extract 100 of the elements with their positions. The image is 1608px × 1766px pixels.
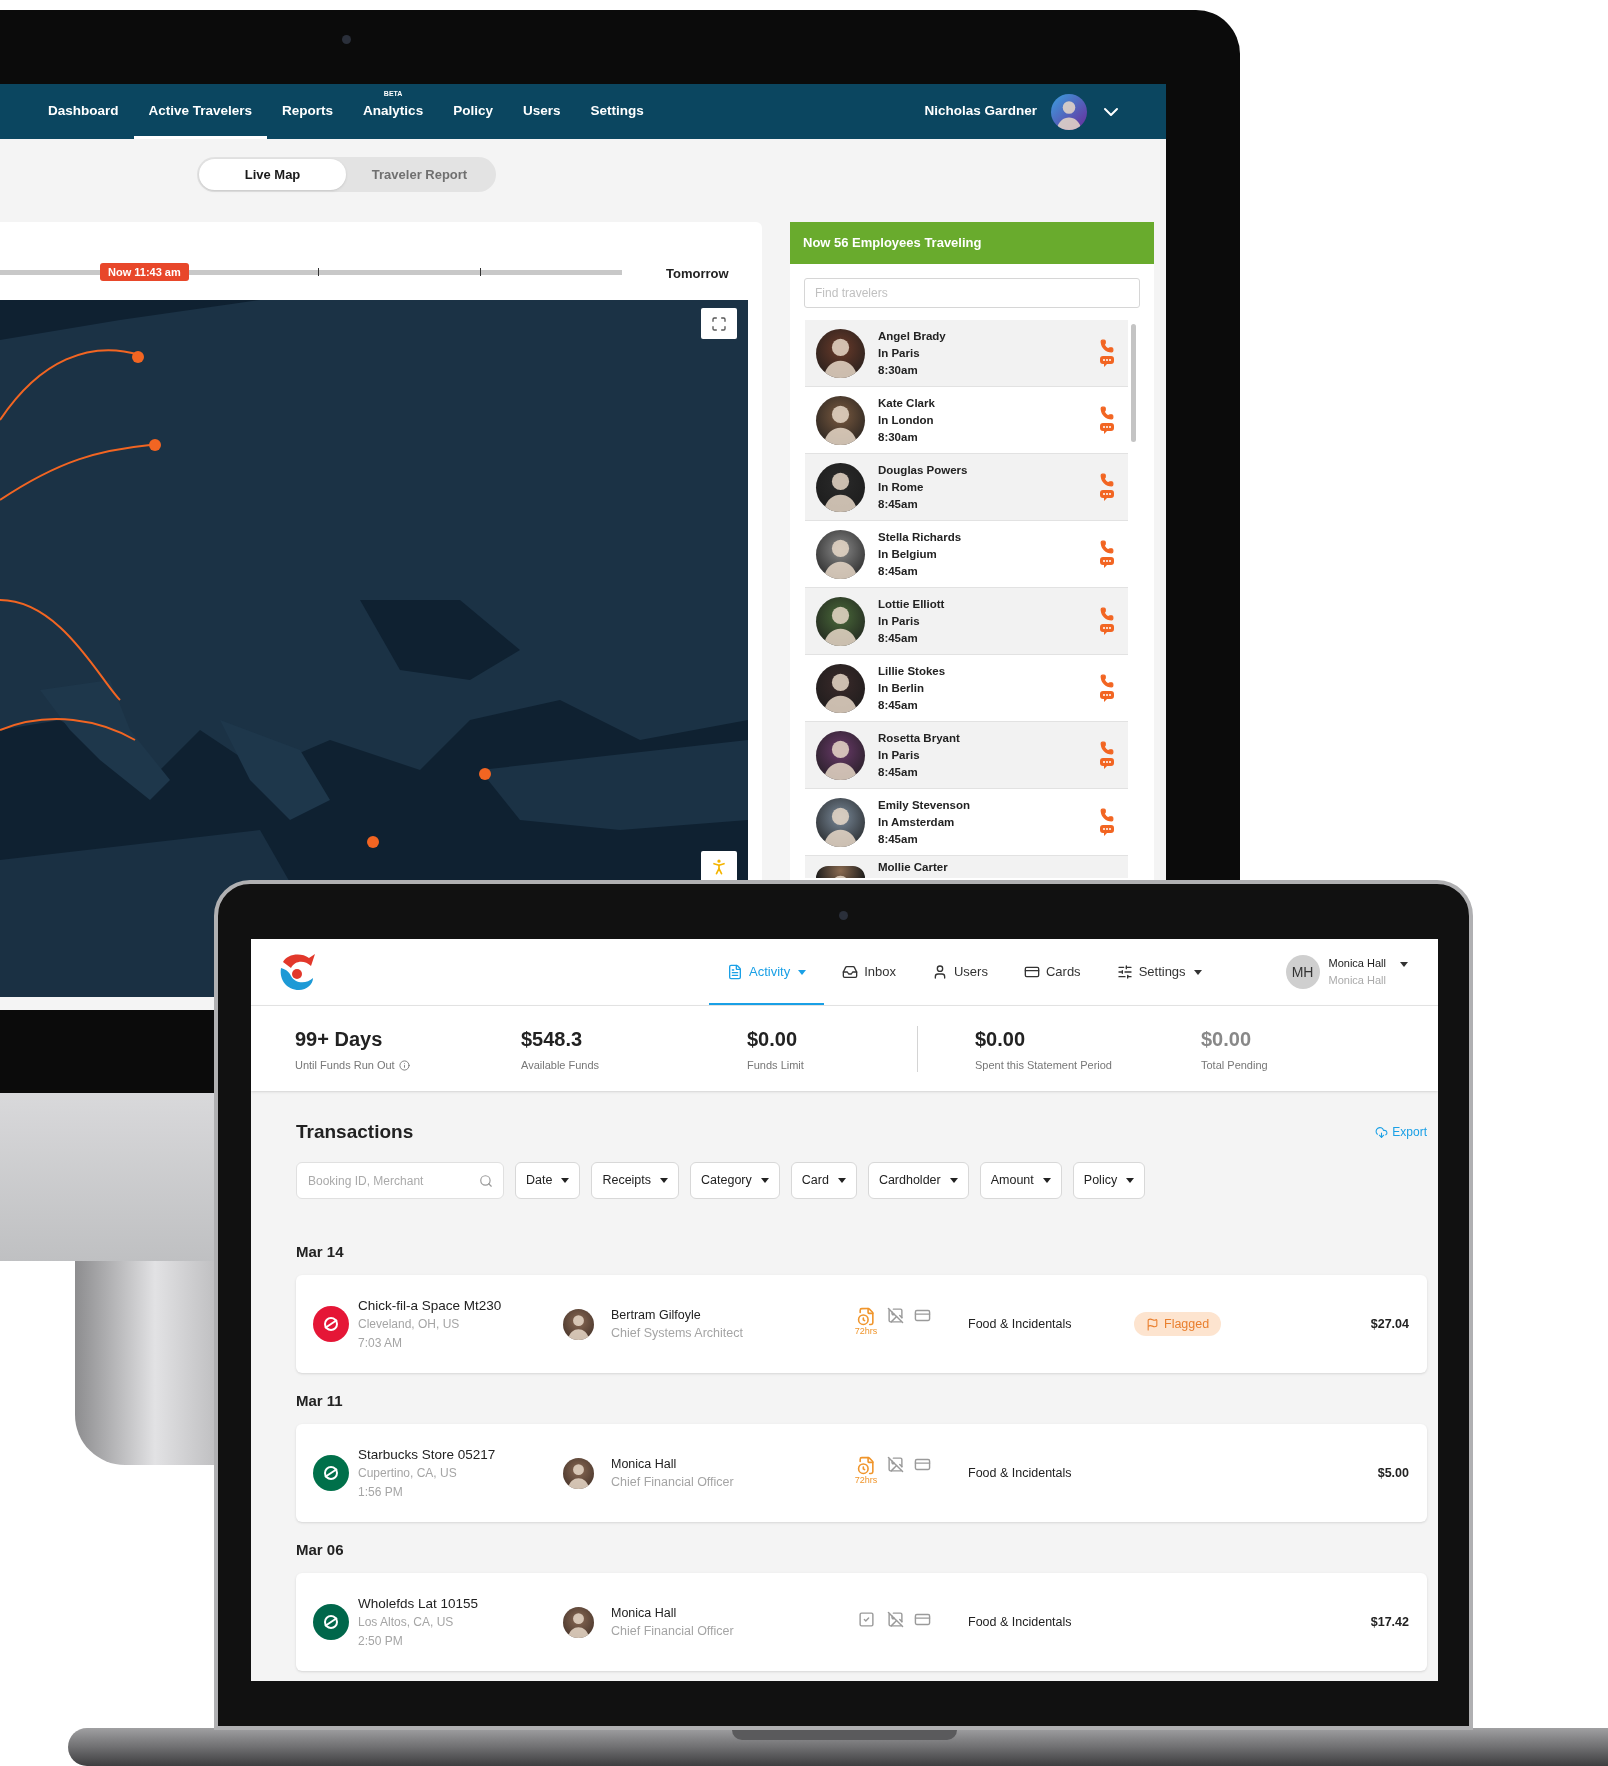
traveler-name: Stella Richards <box>878 529 962 545</box>
toggle-option[interactable]: Traveler Report <box>346 159 493 190</box>
traveler-name: Angel Brady <box>878 328 946 344</box>
cardholder-avatar <box>563 1308 594 1340</box>
filter-dropdown[interactable]: Cardholder <box>867 1162 969 1199</box>
user-name: Nicholas Gardner <box>924 102 1037 121</box>
info-icon[interactable] <box>398 1059 410 1071</box>
nav-tab[interactable]: Settings <box>1098 939 1220 1005</box>
category: Food & Incidentals <box>968 1464 1073 1482</box>
filter-dropdown[interactable]: Date <box>515 1162 581 1199</box>
traveler-row[interactable]: Mollie Carter <box>805 856 1128 878</box>
phone-icon[interactable] <box>1100 339 1114 353</box>
chat-icon[interactable] <box>1100 758 1114 769</box>
nav-tab[interactable]: Users <box>914 939 1006 1005</box>
traveler-location: In Belgium <box>878 546 938 562</box>
traveler-location: In Berlin <box>878 680 925 696</box>
transaction-card[interactable]: Wholefds Lat 10155 Los Altos, CA, US 2:50 PM Monica Hall Chief Financial Officer Food & Incidentals $17.42 <box>296 1573 1427 1671</box>
phone-icon[interactable] <box>1100 674 1114 688</box>
nav-tab[interactable]: Users <box>507 84 576 139</box>
caret-icon <box>837 1178 846 1183</box>
stat-label: Total Pending <box>1201 1057 1268 1073</box>
traveler-time: 8:45am <box>878 496 919 512</box>
search-field[interactable]: Booking ID, Merchant <box>296 1162 504 1199</box>
nav-tab[interactable]: Reports <box>267 84 349 139</box>
traveler-name: Rosetta Bryant <box>878 730 960 746</box>
cardholder-avatar <box>563 1457 594 1489</box>
merchant-name: Wholefds Lat 10155 <box>358 1594 480 1613</box>
phone-icon[interactable] <box>1100 540 1114 554</box>
timeline-end-label: Tomorrow <box>666 265 729 283</box>
panel-title: Now 56 Employees Traveling <box>803 234 982 253</box>
street-view-button[interactable] <box>701 851 737 882</box>
stat-value: 99+ Days <box>295 1026 384 1052</box>
nav-tab[interactable]: Dashboard <box>33 84 134 139</box>
chat-icon[interactable] <box>1100 490 1114 501</box>
phone-icon[interactable] <box>1100 741 1114 755</box>
chat-icon[interactable] <box>1100 423 1114 434</box>
receipt-timer: 72hrs <box>854 1474 878 1485</box>
phone-icon[interactable] <box>1100 406 1114 420</box>
nav-tab[interactable]: Settings <box>575 84 659 139</box>
crossed-image-icon <box>887 1455 904 1473</box>
stat-label: Until Funds Run Out <box>295 1057 395 1073</box>
chat-icon[interactable] <box>1100 624 1114 635</box>
filter-dropdown[interactable]: Policy <box>1072 1162 1146 1199</box>
date-heading: Mar 14 <box>296 1242 345 1261</box>
now-marker[interactable]: Now 11:43 am <box>100 263 189 281</box>
filter-dropdown[interactable]: Card <box>790 1162 857 1199</box>
traveler-location: In Paris <box>878 747 921 763</box>
stat-value: $548.3 <box>521 1026 584 1052</box>
chat-icon[interactable] <box>1100 691 1114 702</box>
chat-icon[interactable] <box>1100 356 1114 367</box>
nav-tab[interactable]: Active Travelers <box>133 84 268 139</box>
avatar <box>816 596 865 646</box>
user-initials-avatar[interactable]: MH <box>1285 955 1320 989</box>
transaction-card[interactable]: Starbucks Store 05217 Cupertino, CA, US 1:56 PM Monica Hall Chief Financial Officer 72hrs Food & Incidentals $5.00 <box>296 1424 1427 1522</box>
phone-icon[interactable] <box>1100 607 1114 621</box>
avatar <box>816 663 865 713</box>
nav-tab[interactable]: Policy <box>438 84 508 139</box>
crossed-image-icon <box>887 1306 904 1324</box>
merchant-location: Los Altos, CA, US <box>358 1613 455 1631</box>
traveler-row[interactable]: Angel Brady In Paris 8:30am <box>805 320 1128 387</box>
avatar <box>816 730 865 780</box>
traveler-name: Kate Clark <box>878 395 935 411</box>
caret-icon <box>561 1178 570 1183</box>
traveler-time: 8:45am <box>878 563 919 579</box>
phone-icon[interactable] <box>1100 473 1114 487</box>
search-field[interactable]: Find travelers <box>804 278 1140 308</box>
caret-icon <box>949 1178 958 1183</box>
download-icon <box>1375 1125 1389 1139</box>
traveler-row[interactable]: Douglas Powers In Rome 8:45am <box>805 454 1128 521</box>
caret-icon <box>1400 962 1408 967</box>
traveler-row[interactable]: Lottie Elliott In Paris 8:45am <box>805 588 1128 655</box>
chat-icon[interactable] <box>1100 825 1114 836</box>
toggle-option[interactable]: Live Map <box>199 159 346 190</box>
merchant-location: Cupertino, CA, US <box>358 1464 458 1482</box>
traveler-row[interactable]: Rosetta Bryant In Paris 8:45am <box>805 722 1128 789</box>
nav-tab[interactable]: Inbox <box>824 939 914 1005</box>
user-subtitle: Monica Hall <box>1328 973 1386 988</box>
caret-icon <box>1126 1178 1135 1183</box>
traveler-time: 8:30am <box>878 429 919 445</box>
cardholder-role: Chief Financial Officer <box>611 1474 735 1491</box>
transaction-amount: $27.04 <box>1370 1315 1409 1333</box>
phone-icon[interactable] <box>1100 808 1114 822</box>
transaction-time: 1:56 PM <box>358 1483 404 1501</box>
filter-dropdown[interactable]: Category <box>690 1162 780 1199</box>
filter-dropdown[interactable]: Receipts <box>591 1162 680 1199</box>
transaction-card[interactable]: Chick-fil-a Space Mt230 Cleveland, OH, US 7:03 AM Bertram Gilfoyle Chief Systems Architect 72hrs Food & Incidentals Flagged $27.04 <box>296 1275 1427 1373</box>
filter-dropdown[interactable]: Amount <box>979 1162 1062 1199</box>
stat-label: Funds Limit <box>747 1057 804 1073</box>
user-avatar <box>1051 93 1087 130</box>
fullscreen-button[interactable] <box>701 308 737 339</box>
traveler-time: 8:45am <box>878 630 919 646</box>
traveler-location: In Paris <box>878 613 921 629</box>
category: Food & Incidentals <box>968 1315 1073 1333</box>
chat-icon[interactable] <box>1100 557 1114 568</box>
scrollbar[interactable] <box>1131 324 1136 442</box>
fullscreen-icon <box>711 315 727 332</box>
nav-tab[interactable]: Cards <box>1005 939 1099 1005</box>
merchant-name: Starbucks Store 05217 <box>358 1445 497 1464</box>
document-icon <box>727 964 743 980</box>
search-icon <box>479 1174 493 1188</box>
